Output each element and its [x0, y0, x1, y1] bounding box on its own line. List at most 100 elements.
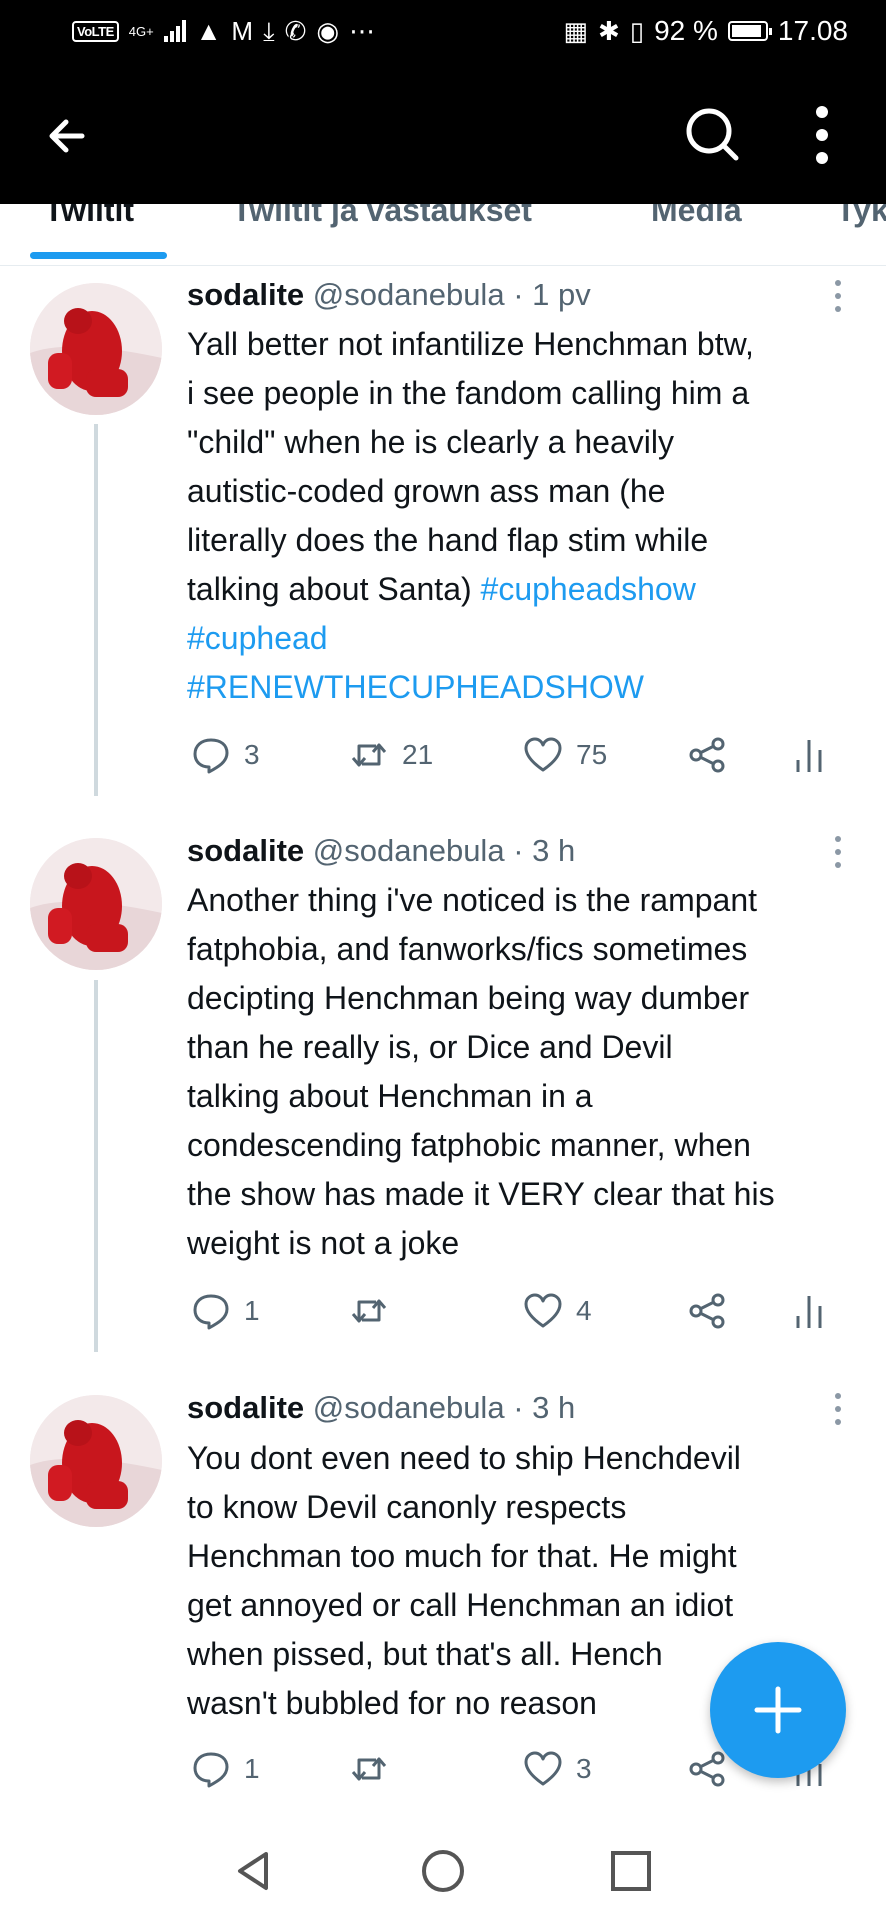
more-dots-icon: ⋯: [349, 16, 376, 46]
share-icon: [689, 1751, 725, 1787]
signal-icon: [163, 20, 186, 42]
tweet-line: the show has made it VERY clear that his: [187, 1176, 775, 1212]
timestamp[interactable]: 3 h: [532, 833, 575, 868]
tweet-text: Yall better not infantilize Henchman btw…: [187, 320, 867, 712]
avatar[interactable]: [30, 283, 162, 415]
avatar[interactable]: [30, 838, 162, 970]
retweet-button[interactable]: 21: [350, 736, 433, 774]
bluetooth-icon: ✱: [597, 16, 620, 46]
hashtag[interactable]: #RENEWTHECUPHEADSHOW: [187, 663, 867, 712]
whatsapp-icon: ✆: [284, 16, 307, 46]
search-icon[interactable]: [680, 102, 744, 166]
analytics-button[interactable]: [790, 1292, 828, 1330]
handle[interactable]: @sodanebula: [313, 1390, 505, 1425]
status-right: ▦ ✱ ▯ 92 % 17.08: [563, 15, 848, 47]
tweet-menu-icon[interactable]: [826, 1391, 850, 1427]
heart-icon: [524, 1751, 562, 1786]
tweet-line: Yall better not infantilize Henchman btw…: [187, 326, 754, 362]
tweet-text: Another thing i've noticed is the rampan…: [187, 876, 867, 1268]
tweet-line: decipting Henchman being way dumber: [187, 980, 750, 1016]
share-button[interactable]: [688, 1750, 726, 1788]
retweet-icon: [351, 1757, 387, 1781]
tweet-line: weight is not a joke: [187, 1225, 460, 1261]
reply-button[interactable]: 1: [192, 1292, 260, 1330]
share-button[interactable]: [688, 1292, 726, 1330]
reply-icon: [193, 1752, 229, 1788]
tab-likes[interactable]: Tyk: [836, 204, 886, 229]
reply-button[interactable]: 3: [192, 736, 260, 774]
tab-tweets-replies[interactable]: Twiitit ja vastaukset: [232, 204, 532, 229]
display-name[interactable]: sodalite: [187, 833, 304, 868]
volte-icon: VoLTE: [72, 20, 119, 42]
tweet-actions: 1 4: [192, 1292, 832, 1342]
display-name[interactable]: sodalite: [187, 1390, 304, 1425]
heart-icon: [524, 1293, 562, 1328]
reply-count: 1: [244, 1295, 260, 1326]
plus-icon: [754, 1686, 802, 1734]
download-icon: ⤓: [263, 16, 275, 46]
avatar[interactable]: [30, 1395, 162, 1527]
tweet-line: condescending fatphobic manner, when: [187, 1127, 751, 1163]
gmail-icon: M: [231, 16, 254, 46]
timestamp[interactable]: 1 pv: [532, 277, 591, 312]
retweet-count: 21: [402, 739, 434, 770]
nfc-icon: ▦: [563, 16, 588, 46]
reply-icon: [193, 1294, 229, 1330]
timestamp[interactable]: 3 h: [532, 1390, 575, 1425]
analytics-button[interactable]: [790, 736, 828, 774]
clock: 17.08: [777, 15, 848, 46]
tweet-line-with-hashtag: talking about Santa) #cupheadshow: [187, 565, 867, 614]
share-icon: [689, 1293, 725, 1329]
nav-home-icon[interactable]: [420, 1848, 466, 1894]
like-button[interactable]: 75: [524, 736, 607, 774]
tweet-line: than he really is, or Dice and Devil: [187, 1029, 673, 1065]
nav-back-icon[interactable]: [230, 1848, 276, 1894]
facebook-icon: ◉: [316, 16, 340, 46]
reply-count: 3: [244, 739, 260, 770]
display-name[interactable]: sodalite: [187, 277, 304, 312]
share-button[interactable]: [688, 736, 726, 774]
tweet-line: You dont even need to ship Henchdevil: [187, 1440, 741, 1476]
hashtag[interactable]: #cupheadshow: [481, 571, 696, 607]
vibrate-icon: ▯: [629, 16, 645, 46]
tweet-line: literally does the hand flap stim while: [187, 522, 709, 558]
tweet-line: to know Devil canonly respects: [187, 1489, 627, 1525]
tweet-menu-icon[interactable]: [826, 278, 850, 314]
battery-icon: [727, 21, 772, 41]
tab-tweets[interactable]: Twiitit: [44, 204, 134, 229]
tweet-line: autistic-coded grown ass man (he: [187, 473, 666, 509]
tab-indicator: [30, 252, 167, 259]
like-button[interactable]: 4: [524, 1292, 592, 1330]
tweet-line: Henchman too much for that. He might: [187, 1538, 737, 1574]
like-count: 75: [576, 739, 608, 770]
tweet-line: get annoyed or call Henchman an idiot: [187, 1587, 734, 1623]
tweet-header: sodalite @sodanebula · 3 h: [187, 833, 575, 869]
tweet-line: talking about Henchman in a: [187, 1078, 593, 1114]
tweet-line: "child" when he is clearly a heavily: [187, 424, 674, 460]
separator: ·: [513, 1390, 524, 1425]
status-bar: VoLTE 4G+ ▲ M ⤓ ✆ ◉ ⋯ ▦ ✱ ▯ 92 % 17.08: [0, 0, 886, 62]
hashtag[interactable]: #cuphead: [187, 614, 867, 663]
arrow-left-icon[interactable]: [38, 106, 98, 166]
nav-recents-icon[interactable]: [608, 1848, 654, 1894]
thread-line: [94, 980, 98, 1352]
retweet-button[interactable]: [350, 1292, 402, 1330]
retweet-button[interactable]: [350, 1750, 402, 1788]
kebab-menu-icon[interactable]: [800, 102, 844, 168]
reply-button[interactable]: 1: [192, 1750, 260, 1788]
like-button[interactable]: 3: [524, 1750, 592, 1788]
handle[interactable]: @sodanebula: [313, 277, 505, 312]
reply-count: 1: [244, 1753, 260, 1784]
tweet-line: Another thing i've noticed is the rampan…: [187, 882, 757, 918]
separator: ·: [513, 277, 524, 312]
compose-tweet-button[interactable]: [710, 1642, 846, 1778]
handle[interactable]: @sodanebula: [313, 833, 505, 868]
heart-icon: [524, 737, 562, 772]
tab-media[interactable]: Media: [651, 204, 742, 229]
separator: ·: [513, 833, 524, 868]
tweet-menu-icon[interactable]: [826, 834, 850, 870]
like-count: 3: [576, 1753, 592, 1784]
analytics-icon: [796, 1296, 822, 1328]
avatar-image: [30, 283, 162, 415]
notification-icon: ▲: [195, 16, 222, 46]
